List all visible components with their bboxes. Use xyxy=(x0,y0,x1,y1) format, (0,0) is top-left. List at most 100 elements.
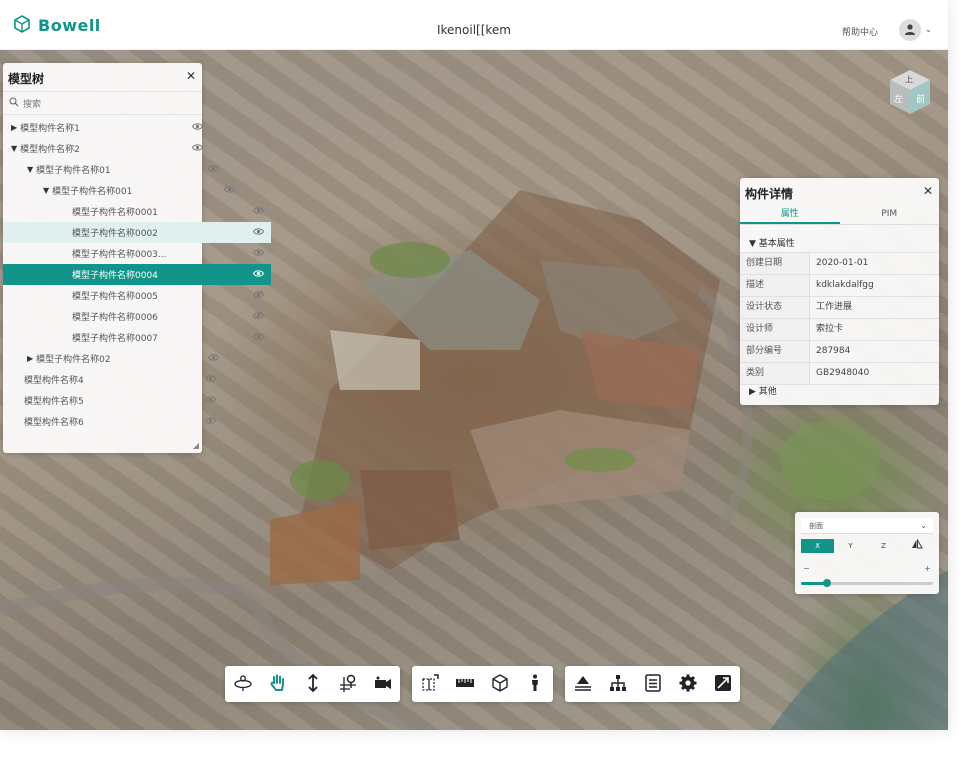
toolbar-tools xyxy=(412,666,553,702)
section-box-button[interactable] xyxy=(415,669,445,699)
camera-button[interactable] xyxy=(368,669,398,699)
expand-icon[interactable]: ▶ xyxy=(11,123,17,132)
collapse-icon[interactable]: ▼ xyxy=(11,144,17,153)
section-panel: 剖面 ⌄ X Y Z − + xyxy=(795,512,939,594)
flip-icon xyxy=(911,538,923,551)
tree-item-label: 模型子构件名称0003... xyxy=(72,250,167,260)
tree-item[interactable]: 模型子构件名称0001 xyxy=(3,201,271,222)
tree-item-label: 模型构件名称4 xyxy=(24,376,84,386)
tree-item[interactable]: ▼ 模型子构件名称01 xyxy=(3,159,226,180)
cube-face-top[interactable]: 上 xyxy=(905,74,913,85)
tree-item-label: 模型构件名称6 xyxy=(24,418,84,428)
eye-icon[interactable] xyxy=(204,395,217,407)
tree-item[interactable]: ▼ 模型构件名称2 xyxy=(3,138,210,159)
cube-face-left[interactable]: 左 xyxy=(894,92,903,105)
tree-item-hovered[interactable]: 模型子构件名称0002 xyxy=(3,222,271,243)
expand-icon[interactable]: ▶ xyxy=(27,354,33,363)
close-icon[interactable]: ✕ xyxy=(186,69,196,83)
close-icon[interactable]: ✕ xyxy=(923,184,933,198)
vertical-move-icon xyxy=(303,673,323,696)
fullscreen-button[interactable] xyxy=(708,669,738,699)
pin-plane-icon xyxy=(338,673,358,696)
section-mode-select[interactable]: 剖面 ⌄ xyxy=(801,518,933,534)
properties-table: 创建日期 2020-01-01 描述 kdklakdalfgg 设计状态 工作进展 设… xyxy=(740,252,939,385)
property-key: 描述 xyxy=(740,275,810,296)
place-marker-button[interactable] xyxy=(333,669,363,699)
tree-item-label: 模型子构件名称0005 xyxy=(72,292,158,302)
tree-item-label: 模型构件名称2 xyxy=(20,145,80,155)
orbit-button[interactable] xyxy=(228,669,258,699)
eye-icon[interactable] xyxy=(204,416,217,428)
section-other[interactable]: ▶ 其他 xyxy=(749,384,777,397)
section-slider[interactable] xyxy=(801,579,933,587)
person-icon xyxy=(525,673,545,696)
collapse-icon[interactable]: ▼ xyxy=(27,165,33,174)
property-key: 设计状态 xyxy=(740,297,810,318)
tree-item[interactable]: 模型构件名称5 xyxy=(3,390,223,411)
section-basic[interactable]: ▼ 基本属性 xyxy=(749,236,795,249)
tree-item[interactable]: 模型子构件名称0005 xyxy=(3,285,271,306)
axis-toggle-group: X Y Z xyxy=(801,538,933,553)
model-view-button[interactable] xyxy=(485,669,515,699)
tree-item[interactable]: ▶ 模型子构件名称02 xyxy=(3,348,226,369)
section-mode-value: 剖面 xyxy=(809,522,823,530)
tree-item-label: 模型子构件名称0007 xyxy=(72,334,158,344)
eye-icon[interactable] xyxy=(252,206,265,218)
tree-item[interactable]: 模型构件名称6 xyxy=(3,411,223,432)
vertical-move-button[interactable] xyxy=(298,669,328,699)
toolbar-panels xyxy=(565,666,740,702)
eye-icon[interactable] xyxy=(252,332,265,344)
eye-icon[interactable] xyxy=(191,122,204,134)
eye-icon[interactable] xyxy=(204,374,217,386)
eye-icon[interactable] xyxy=(191,143,204,155)
eye-icon[interactable] xyxy=(252,227,265,239)
eye-icon[interactable] xyxy=(252,248,265,260)
cube-face-front[interactable]: 前 xyxy=(916,92,925,105)
flip-section-button[interactable] xyxy=(900,538,933,553)
search-input[interactable]: 搜索 xyxy=(3,91,202,115)
slider-handle[interactable] xyxy=(823,579,832,587)
chevron-down-icon[interactable]: ⌄ xyxy=(925,25,932,34)
model-tree-panel: 模型树 ✕ 搜索 ▶ 模型构件名称1 ▼ 模型构件名称2 ▼ 模型子构件名称01… xyxy=(3,63,271,453)
tree-item[interactable]: 模型子构件名称0003... xyxy=(3,243,271,264)
detail-title: 构件详情 xyxy=(745,187,794,201)
eye-icon[interactable] xyxy=(223,185,236,197)
tab-pim[interactable]: PIM xyxy=(840,204,940,224)
eye-off-icon[interactable] xyxy=(252,290,265,302)
tree-item[interactable]: 模型子构件名称0007 xyxy=(3,327,271,348)
property-key: 设计师 xyxy=(740,319,810,340)
section-box-icon xyxy=(420,673,440,696)
layers-button[interactable] xyxy=(568,669,598,699)
settings-button[interactable] xyxy=(673,669,703,699)
tree-item[interactable]: ▶ 模型构件名称1 xyxy=(3,117,210,138)
walk-mode-button[interactable] xyxy=(520,669,550,699)
axis-x-button[interactable]: X xyxy=(801,539,834,553)
help-center-link[interactable]: 帮助中心 xyxy=(842,25,878,38)
eye-icon[interactable] xyxy=(207,164,220,176)
tree-item[interactable]: ▼ 模型子构件名称001 xyxy=(3,180,242,201)
orbit-icon xyxy=(233,673,253,696)
pan-button[interactable] xyxy=(263,669,293,699)
eye-off-icon[interactable] xyxy=(252,311,265,323)
minus-label: − xyxy=(803,564,810,573)
tab-properties[interactable]: 属性 xyxy=(740,204,840,224)
axis-y-button[interactable]: Y xyxy=(834,539,867,553)
user-icon xyxy=(903,22,917,39)
properties-list-button[interactable] xyxy=(638,669,668,699)
fullscreen-icon xyxy=(713,673,733,696)
axis-z-button[interactable]: Z xyxy=(867,539,900,553)
tree-item[interactable]: 模型子构件名称0006 xyxy=(3,306,271,327)
avatar[interactable] xyxy=(899,19,921,41)
measure-button[interactable] xyxy=(450,669,480,699)
detail-tabs: 属性 PIM xyxy=(740,204,939,225)
resize-handle-icon[interactable]: ◢ xyxy=(193,441,199,450)
eye-icon[interactable] xyxy=(207,353,220,365)
view-cube[interactable]: 上 左 前 xyxy=(886,68,934,118)
tree-item-selected[interactable]: 模型子构件名称0004 xyxy=(3,264,271,285)
table-row: 类别 GB2948040 xyxy=(740,362,939,385)
tree-item[interactable]: 模型构件名称4 xyxy=(3,369,223,390)
collapse-icon[interactable]: ▼ xyxy=(43,186,49,195)
hierarchy-button[interactable] xyxy=(603,669,633,699)
section-basic-label: 基本属性 xyxy=(758,239,795,249)
eye-icon[interactable] xyxy=(252,269,265,281)
